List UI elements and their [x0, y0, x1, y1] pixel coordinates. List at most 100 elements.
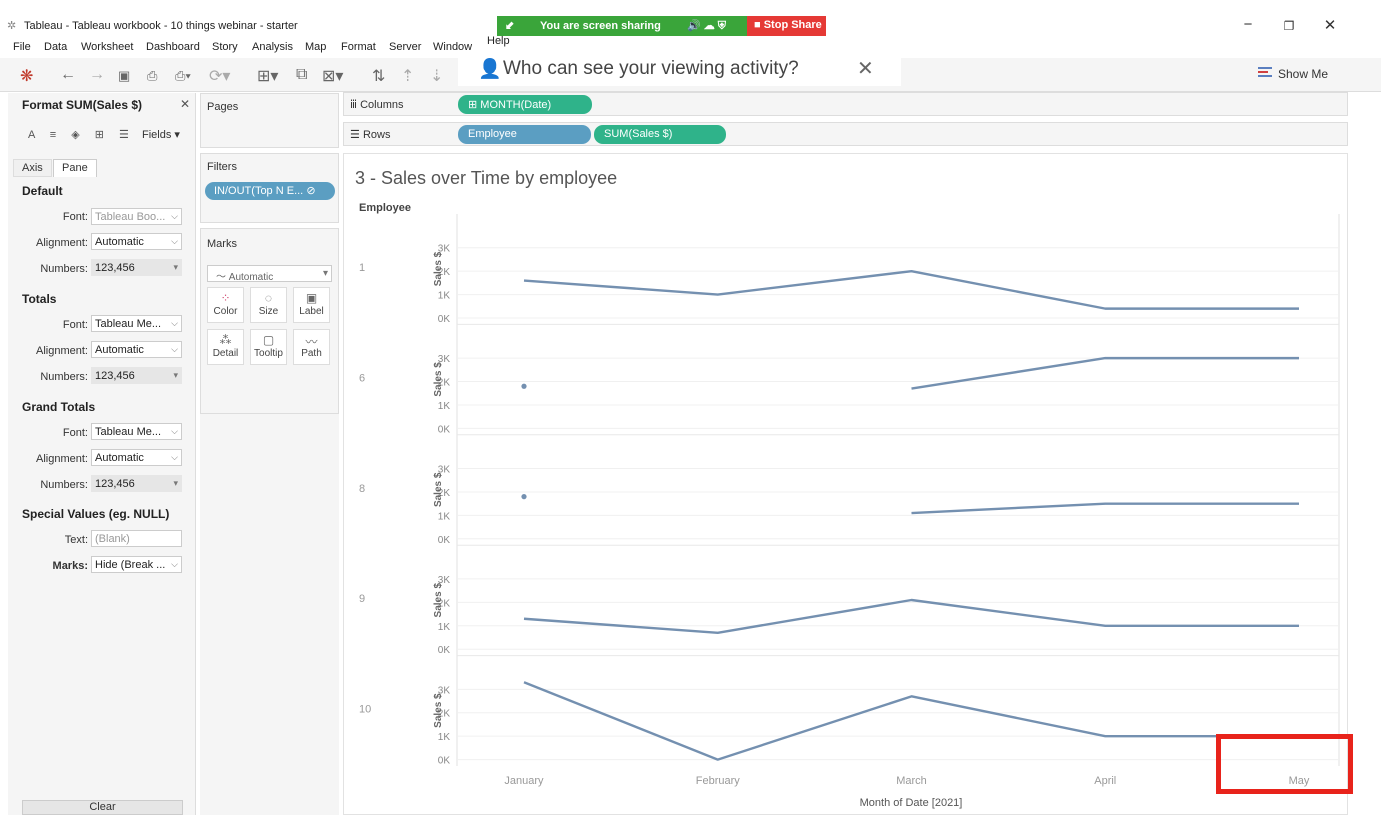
employee-label: 10 — [359, 704, 371, 716]
screen-share-bar: ⬋ You are screen sharing 🔊 ☁ ⛨ — [497, 16, 747, 36]
filters-card[interactable]: Filters IN/OUT(Top N E... ⊘ — [200, 153, 339, 223]
menu-file[interactable]: File — [13, 41, 31, 53]
data-point-employee-6 — [521, 383, 527, 389]
x-tick-label: March — [896, 775, 927, 787]
rows-shelf[interactable]: ☰ Rows Employee SUM(Sales $) — [343, 122, 1348, 146]
swap-icon[interactable]: ⇅ — [372, 66, 385, 86]
series-line-employee-9 — [523, 598, 1299, 634]
stop-share-button[interactable]: ■ Stop Share — [747, 16, 826, 36]
default-numbers-select[interactable]: 123,456 ▾ — [91, 259, 182, 276]
menu-analysis[interactable]: Analysis — [252, 41, 293, 53]
rows-pill-employee[interactable]: Employee — [458, 125, 591, 144]
data-point-employee-8 — [521, 494, 527, 500]
grand-totals-font-select[interactable]: Tableau Me... ⌵ — [91, 423, 182, 440]
grand-totals-alignment-label: Alignment: — [36, 453, 88, 465]
format-type-icons[interactable]: A ≡ ◈ ⊞ ☰ — [28, 128, 135, 141]
tab-axis[interactable]: Axis — [13, 159, 52, 177]
tooltip-button[interactable]: ▢ Tooltip — [250, 329, 287, 365]
menu-data[interactable]: Data — [44, 41, 67, 53]
tableau-logo-icon[interactable]: ❋ — [20, 66, 33, 86]
tableau-app-icon: ✲ — [7, 20, 17, 32]
grand-totals-alignment-select[interactable]: Automatic ⌵ — [91, 449, 182, 466]
forward-icon[interactable]: → — [89, 66, 105, 84]
size-icon: ◌ — [264, 291, 273, 305]
default-alignment-label: Alignment: — [36, 237, 88, 249]
format-close-icon[interactable]: ✕ — [180, 97, 190, 111]
size-button[interactable]: ◌ Size — [250, 287, 287, 323]
set-icon: ⊘ — [306, 185, 316, 197]
duplicate-sheet-icon[interactable]: ⧉ — [296, 66, 307, 84]
menu-worksheet[interactable]: Worksheet — [81, 41, 133, 53]
columns-pill-month-date[interactable]: ⊞ MONTH(Date) — [458, 95, 592, 114]
popup-close-icon[interactable]: ✕ — [857, 56, 874, 81]
menu-dashboard[interactable]: Dashboard — [146, 41, 200, 53]
default-font-select[interactable]: Tableau Boo... ⌵ — [91, 208, 182, 225]
popup-text: Who can see your viewing activity? — [503, 58, 799, 79]
marks-card: Marks 〜 Automatic ▾ ⁘ Color ◌ Size ▣ Label ⁂… — [200, 228, 339, 414]
line-chart[interactable]: 3K2K1K0K1 Sales $3K2K1K0K6 Sales $3K2K1K0K… — [344, 154, 1349, 816]
sort-descending-icon[interactable]: ⇣ — [430, 66, 443, 86]
totals-numbers-select[interactable]: 123,456 ▾ — [91, 367, 182, 384]
share-arrow-icon: ⬋ — [505, 20, 515, 32]
fields-dropdown[interactable]: Fields ▾ — [142, 128, 180, 141]
menu-format[interactable]: Format — [341, 41, 376, 53]
save-icon[interactable]: ▣ — [118, 68, 130, 84]
new-worksheet-icon[interactable]: ⊞▾ — [257, 66, 278, 86]
filter-pill-top-n[interactable]: IN/OUT(Top N E... ⊘ — [205, 182, 335, 200]
special-text-label: Text: — [64, 534, 88, 546]
clear-sheet-icon[interactable]: ⊠▾ — [322, 66, 343, 86]
series-line-employee-8 — [911, 502, 1299, 515]
y-axis-title: Sales $ — [433, 693, 444, 728]
viz-area[interactable]: 3 - Sales over Time by employee Employee… — [343, 153, 1348, 815]
section-special-values-title: Special Values (eg. NULL) — [22, 507, 170, 521]
screen-share-status: You are screen sharing — [540, 20, 661, 32]
new-datasource-icon[interactable]: ⎙ — [147, 68, 157, 84]
user-shield-icon: 👤 — [478, 59, 502, 80]
format-pane-title: Format SUM(Sales $) — [22, 98, 143, 112]
columns-icon: ⅲ — [350, 99, 358, 111]
pages-title: Pages — [207, 101, 239, 113]
x-tick-label: April — [1094, 775, 1116, 787]
show-me-button[interactable]: Show Me — [1278, 67, 1328, 81]
viewing-activity-popup[interactable]: 👤 Who can see your viewing activity? ✕ — [458, 52, 901, 86]
format-pane: Format SUM(Sales $) ✕ A ≡ ◈ ⊞ ☰ Fields ▾… — [8, 93, 196, 815]
menu-server[interactable]: Server — [389, 41, 421, 53]
cards-empty-area — [200, 414, 339, 815]
tab-pane[interactable]: Pane — [53, 159, 97, 177]
mark-type-select[interactable]: 〜 Automatic ▾ — [207, 265, 332, 283]
special-text-input[interactable]: (Blank) — [91, 530, 182, 547]
maximize-button[interactable]: ❐ — [1279, 19, 1299, 33]
columns-label: ⅲ Columns — [350, 99, 404, 111]
show-me-icon[interactable] — [1258, 67, 1274, 81]
pages-card[interactable]: Pages — [200, 93, 339, 148]
grand-totals-numbers-select[interactable]: 123,456 ▾ — [91, 475, 182, 492]
menu-bar: File Data Worksheet Dashboard Story Anal… — [0, 35, 520, 55]
pause-updates-icon[interactable]: ⎙▾ — [175, 68, 191, 84]
close-button[interactable]: ✕ — [1320, 16, 1340, 34]
columns-shelf[interactable]: ⅲ Columns ⊞ MONTH(Date) — [343, 92, 1348, 116]
detail-button[interactable]: ⁂ Detail — [207, 329, 244, 365]
minimize-button[interactable]: − — [1238, 16, 1258, 33]
y-tick-label: 0K — [438, 645, 451, 656]
back-icon[interactable]: ← — [60, 66, 76, 84]
label-button[interactable]: ▣ Label — [293, 287, 330, 323]
menu-map[interactable]: Map — [305, 41, 326, 53]
default-alignment-select[interactable]: Automatic ⌵ — [91, 233, 182, 250]
menu-help[interactable]: Help — [487, 35, 510, 47]
sort-ascending-icon[interactable]: ⇡ — [401, 66, 414, 86]
refresh-icon[interactable]: ⟳▾ — [209, 66, 230, 86]
rows-pill-sum-sales[interactable]: SUM(Sales $) — [594, 125, 726, 144]
x-tick-label: February — [696, 775, 741, 787]
y-tick-label: 0K — [438, 535, 451, 546]
totals-font-select[interactable]: Tableau Me... ⌵ — [91, 315, 182, 332]
menu-story[interactable]: Story — [212, 41, 238, 53]
path-button[interactable]: 〰 Path — [293, 329, 330, 365]
special-marks-label: Marks: — [52, 560, 88, 572]
path-icon: 〰 — [305, 335, 318, 349]
y-axis-title: Sales $ — [433, 583, 444, 618]
color-button[interactable]: ⁘ Color — [207, 287, 244, 323]
totals-alignment-select[interactable]: Automatic ⌵ — [91, 341, 182, 358]
special-marks-select[interactable]: Hide (Break ... ⌵ — [91, 556, 182, 573]
rows-label: ☰ Rows — [350, 129, 391, 141]
clear-button[interactable]: Clear — [22, 800, 183, 815]
